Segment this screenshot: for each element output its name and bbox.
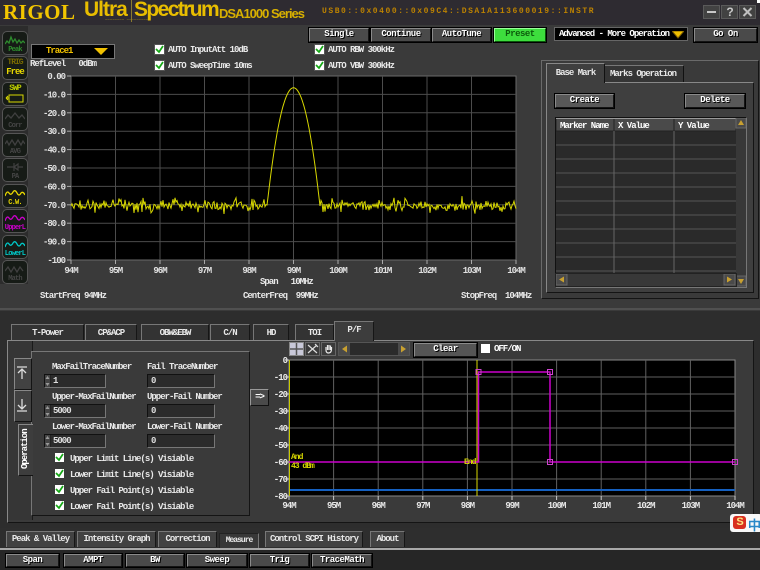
svg-text:103M: 103M bbox=[682, 501, 700, 511]
svg-text:-60: -60 bbox=[274, 458, 288, 468]
svg-text:102M: 102M bbox=[637, 501, 655, 511]
svg-text:103M: 103M bbox=[463, 266, 481, 276]
svg-text:-70.0: -70.0 bbox=[43, 201, 66, 211]
svg-text:-50: -50 bbox=[274, 441, 288, 451]
svg-text:-10.0: -10.0 bbox=[43, 90, 66, 100]
svg-text:104M: 104M bbox=[507, 266, 525, 276]
svg-text:97M: 97M bbox=[416, 501, 430, 511]
svg-text:Marker Name: Marker Name bbox=[560, 121, 609, 131]
svg-text:End: End bbox=[464, 458, 477, 467]
svg-text:95M: 95M bbox=[327, 501, 341, 511]
svg-text:96M: 96M bbox=[153, 266, 167, 276]
svg-text:-20.0: -20.0 bbox=[43, 109, 66, 119]
svg-text:100M: 100M bbox=[329, 266, 347, 276]
svg-text:102M: 102M bbox=[418, 266, 436, 276]
svg-text:97M: 97M bbox=[198, 266, 212, 276]
svg-text:99M: 99M bbox=[287, 266, 301, 276]
svg-text:98M: 98M bbox=[461, 501, 475, 511]
svg-text:101M: 101M bbox=[374, 266, 392, 276]
svg-text:101M: 101M bbox=[592, 501, 610, 511]
svg-text:-60.0: -60.0 bbox=[43, 182, 66, 192]
svg-text:-40: -40 bbox=[274, 424, 288, 434]
svg-text:96M: 96M bbox=[372, 501, 386, 511]
svg-text:-90.0: -90.0 bbox=[43, 238, 66, 248]
svg-text:-80.0: -80.0 bbox=[43, 219, 66, 229]
svg-text:-30.0: -30.0 bbox=[43, 127, 66, 137]
svg-text:98M: 98M bbox=[242, 266, 256, 276]
svg-text:94M: 94M bbox=[282, 501, 296, 511]
svg-text:100M: 100M bbox=[548, 501, 566, 511]
svg-text:X Value: X Value bbox=[618, 121, 649, 131]
svg-text:-20: -20 bbox=[274, 390, 288, 400]
svg-text:-40.0: -40.0 bbox=[43, 146, 66, 156]
svg-text:94M: 94M bbox=[64, 266, 78, 276]
svg-text:Y Value: Y Value bbox=[678, 121, 709, 131]
svg-text:-30: -30 bbox=[274, 407, 288, 417]
svg-text:104M: 104M bbox=[726, 501, 744, 511]
svg-text:-10: -10 bbox=[274, 373, 288, 383]
svg-text:43 dBm: 43 dBm bbox=[291, 462, 315, 471]
svg-text:95M: 95M bbox=[109, 266, 123, 276]
svg-text:-50.0: -50.0 bbox=[43, 164, 66, 174]
svg-text:99M: 99M bbox=[505, 501, 519, 511]
svg-text:-70: -70 bbox=[274, 475, 288, 485]
svg-text:0.00: 0.00 bbox=[47, 72, 65, 82]
svg-text:0: 0 bbox=[283, 356, 288, 366]
svg-text:And: And bbox=[291, 453, 304, 462]
svg-text:-100: -100 bbox=[47, 256, 65, 266]
